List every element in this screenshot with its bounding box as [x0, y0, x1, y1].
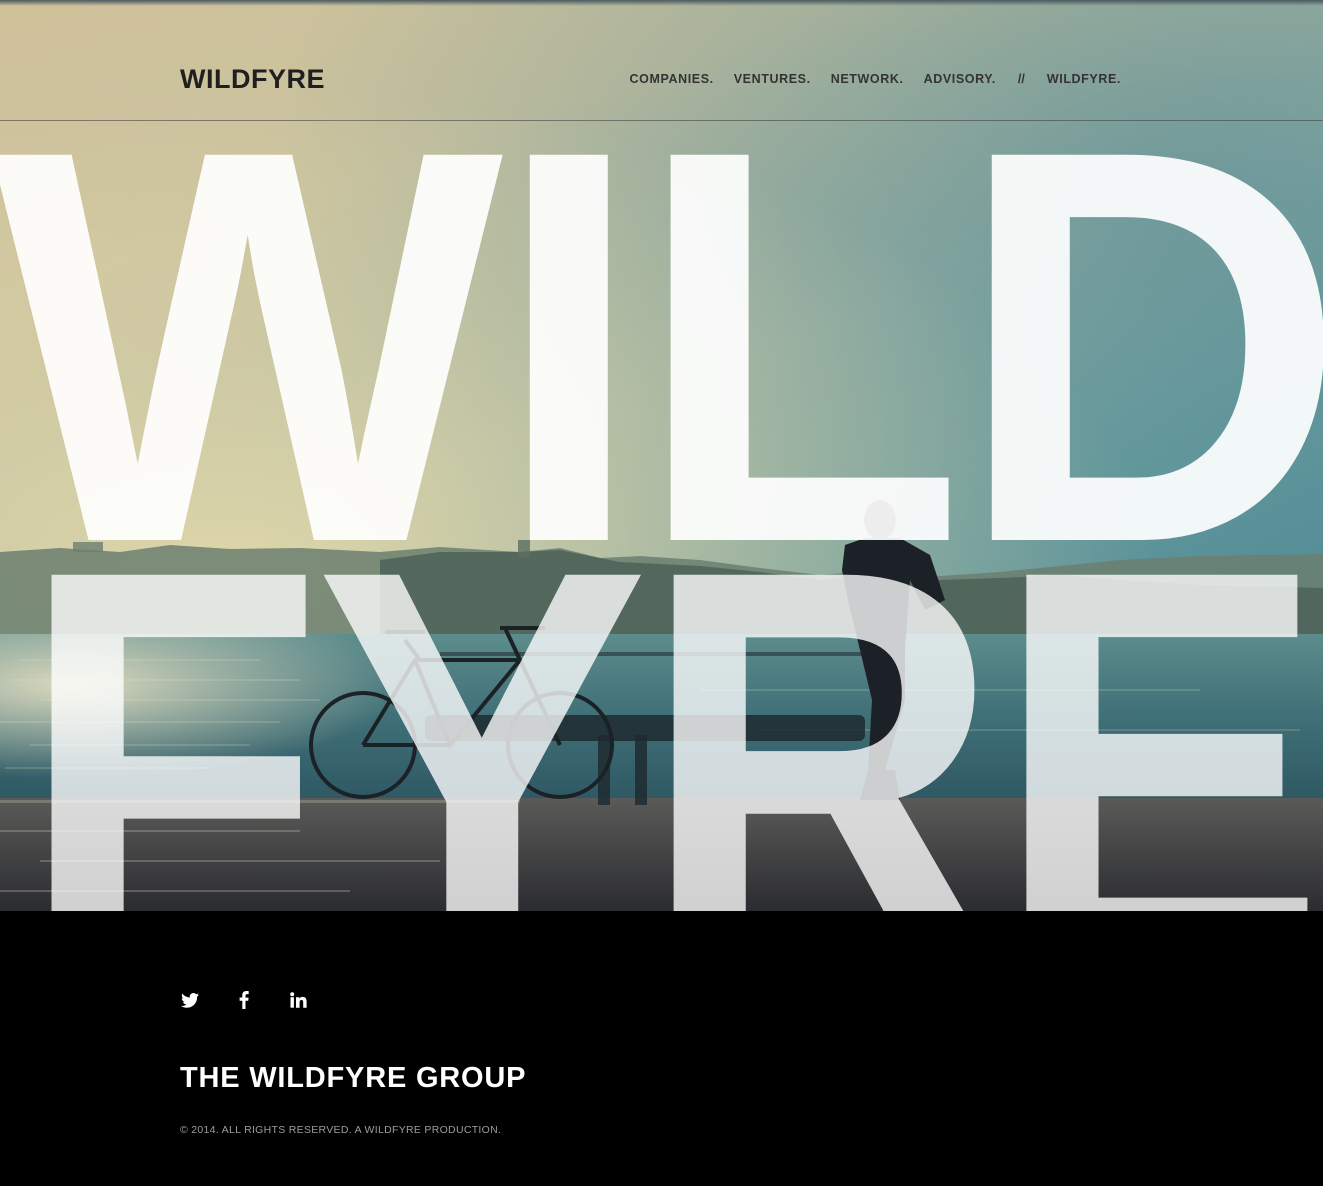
social-links	[180, 989, 342, 1011]
copyright-text: © 2014. ALL RIGHTS RESERVED. A WILDFYRE …	[180, 1124, 502, 1136]
nav-link-ventures[interactable]: VENTURES.	[734, 71, 811, 87]
page: WILD FYRE WILDFYRE COMPANIES. VENTURES. …	[0, 0, 1323, 1186]
nav-link-wildfyre[interactable]: WILDFYRE.	[1047, 71, 1121, 87]
nav-link-network[interactable]: NETWORK.	[831, 71, 904, 87]
main-nav: COMPANIES. VENTURES. NETWORK. ADVISORY. …	[610, 71, 1122, 87]
twitter-icon[interactable]	[180, 989, 200, 1011]
linkedin-icon[interactable]	[288, 989, 308, 1011]
hero-section: WILD FYRE	[0, 0, 1323, 911]
site-logo[interactable]: WILDFYRE	[180, 64, 325, 94]
hero-background-photo	[0, 500, 1323, 911]
nav-link-advisory[interactable]: ADVISORY.	[924, 71, 996, 87]
nav-separator: //	[1017, 72, 1025, 86]
nav-link-companies[interactable]: COMPANIES.	[630, 71, 714, 87]
group-title: THE WILDFYRE GROUP	[180, 1062, 527, 1094]
site-footer: THE WILDFYRE GROUP © 2014. ALL RIGHTS RE…	[0, 911, 1323, 1186]
site-header: WILDFYRE COMPANIES. VENTURES. NETWORK. A…	[0, 0, 1323, 121]
facebook-icon[interactable]	[234, 989, 254, 1011]
header-divider	[0, 120, 1323, 121]
